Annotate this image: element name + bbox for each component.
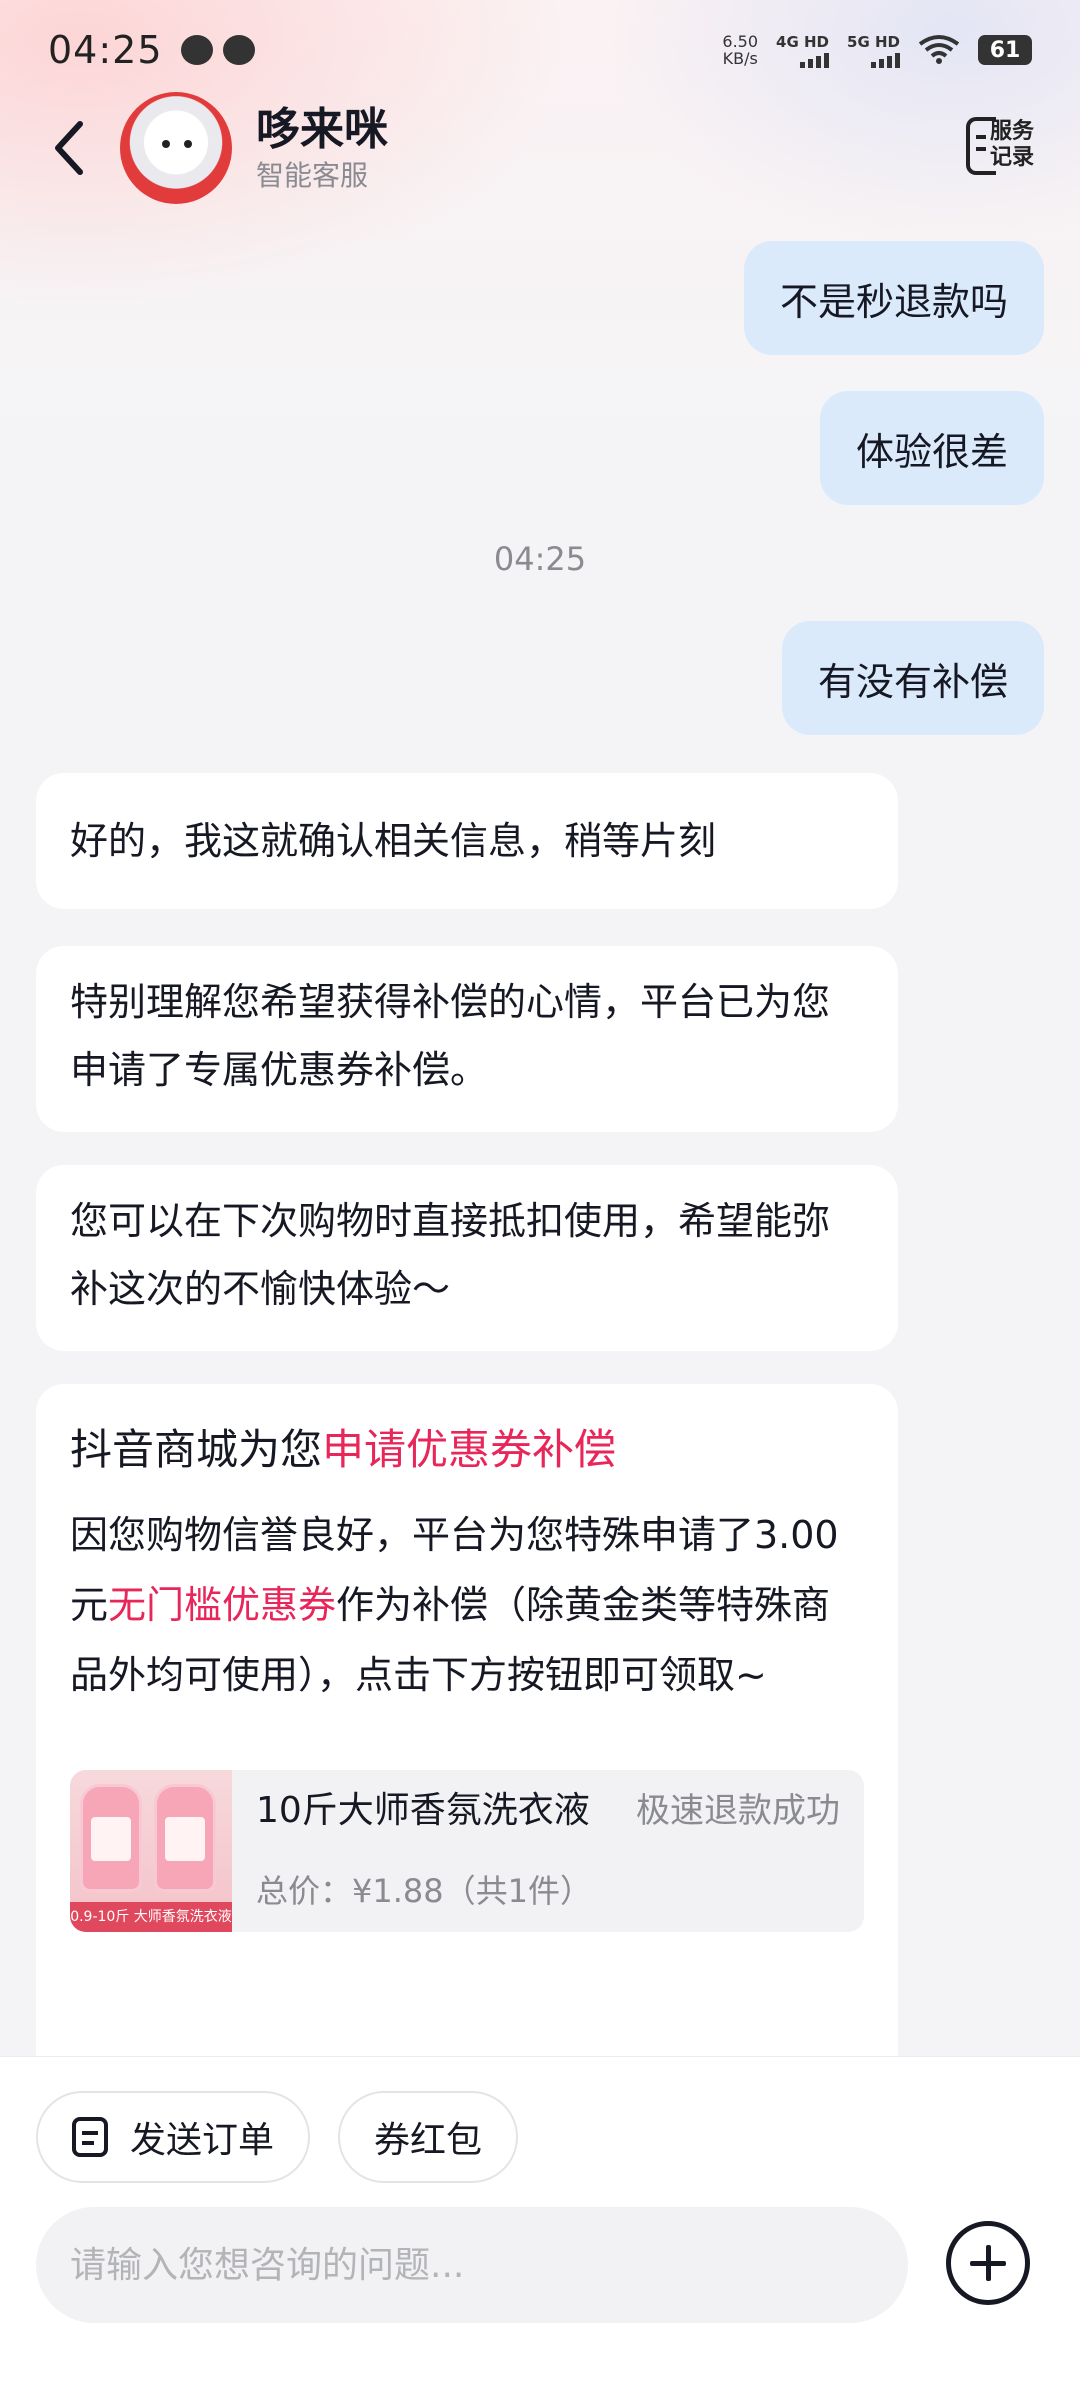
network-speed: 6.50 KB/s xyxy=(722,33,758,67)
document-icon xyxy=(72,2117,108,2157)
sim1-label: 4G HD xyxy=(776,32,830,51)
coupon-label: 券红包 xyxy=(374,2120,483,2161)
user-message[interactable]: 有没有补偿 xyxy=(781,621,1044,735)
signal-bars-icon xyxy=(800,52,830,68)
message-timestamp: 04:25 xyxy=(493,540,587,578)
message-input[interactable] xyxy=(36,2207,908,2323)
plus-icon[interactable] xyxy=(946,2221,1030,2305)
back-button[interactable] xyxy=(30,108,110,188)
header-text: 哆来咪 智能客服 xyxy=(256,102,388,194)
battery-icon: 61 xyxy=(978,35,1032,65)
user-message[interactable]: 不是秒退款吗 xyxy=(743,241,1044,355)
coupon-card[interactable]: 抖音商城为您申请优惠券补偿 因您购物信誉良好，平台为您特殊申请了3.00元无门槛… xyxy=(36,1384,898,2084)
send-order-button[interactable]: 发送订单 xyxy=(36,2091,311,2183)
bot-message[interactable]: 特别理解您希望获得补偿的心情，平台已为您申请了专属优惠券补偿。 xyxy=(36,946,898,1132)
order-price: 总价：¥1.88（共1件） xyxy=(256,1872,592,1910)
status-indicators: 6.50 KB/s 4G HD 5G HD 61 xyxy=(722,33,1032,68)
page-subtitle: 智能客服 xyxy=(256,159,369,192)
signal-sim1: 4G HD xyxy=(776,32,830,68)
status-time: 04:25 xyxy=(48,28,163,72)
status-bar: 04:25 6.50 KB/s 4G HD 5G HD 61 xyxy=(0,0,1080,100)
send-order-label: 发送订单 xyxy=(130,2120,275,2161)
bot-message[interactable]: 好的，我这就确认相关信息，稍等片刻 xyxy=(36,773,898,909)
message-icon xyxy=(222,35,255,65)
coupon-card-title: 抖音商城为您申请优惠券补偿 xyxy=(70,1425,617,1474)
order-status: 极速退款成功 xyxy=(636,1791,840,1831)
chevron-left-icon xyxy=(55,121,83,175)
wifi-icon xyxy=(918,35,960,64)
signal-sim2: 5G HD xyxy=(847,33,900,68)
product-image: 0.9-10斤 大师香氛洗衣液 xyxy=(70,1770,232,1932)
sim2-label: 5G HD xyxy=(847,32,900,51)
order-info: 10斤大师香氛洗衣液 极速退款成功 总价：¥1.88（共1件） xyxy=(232,1770,864,1932)
page-title: 哆来咪 xyxy=(256,104,388,155)
order-product-name: 10斤大师香氛洗衣液 xyxy=(256,1790,590,1831)
wechat-icon xyxy=(180,35,213,65)
product-image-band: 0.9-10斤 大师香氛洗衣液 xyxy=(70,1902,232,1932)
coupon-button[interactable]: 券红包 xyxy=(338,2091,519,2183)
notification-icons xyxy=(180,35,255,65)
coupon-card-body: 因您购物信誉良好，平台为您特殊申请了3.00元无门槛优惠券作为补偿（除黄金类等特… xyxy=(70,1513,839,1697)
network-speed-value: 6.50 xyxy=(722,32,759,51)
user-message[interactable]: 体验很差 xyxy=(819,391,1044,505)
service-record-button[interactable]: 服务 记录 xyxy=(966,115,1038,181)
chat-header: 哆来咪 智能客服 服务 记录 xyxy=(0,92,1080,204)
order-card[interactable]: 0.9-10斤 大师香氛洗衣液 10斤大师香氛洗衣液 极速退款成功 总价：¥1.… xyxy=(70,1770,864,1932)
bottom-bar: 发送订单 券红包 xyxy=(0,2056,1080,2400)
service-record-label: 服务 记录 xyxy=(990,119,1035,170)
avatar[interactable] xyxy=(120,92,232,204)
signal-bars-icon xyxy=(871,52,900,68)
network-speed-unit: KB/s xyxy=(722,49,758,68)
bot-message[interactable]: 您可以在下次购物时直接抵扣使用，希望能弥补这次的不愉快体验～ xyxy=(36,1165,898,1351)
